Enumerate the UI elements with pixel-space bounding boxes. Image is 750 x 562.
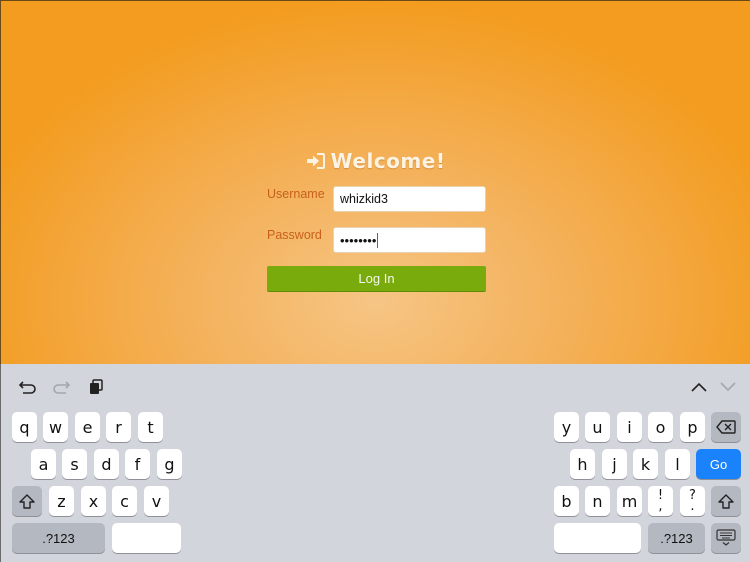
key-m[interactable]: m (617, 486, 642, 516)
key-a[interactable]: a (31, 449, 56, 479)
space-key-right[interactable] (554, 523, 641, 553)
key-f[interactable]: f (125, 449, 150, 479)
redo-button[interactable] (50, 376, 72, 398)
chevron-down-icon (720, 382, 736, 392)
backspace-key[interactable] (711, 412, 741, 442)
key-u[interactable]: u (585, 412, 610, 442)
key-j[interactable]: j (602, 449, 627, 479)
key-h[interactable]: h (570, 449, 595, 479)
password-value: •••••••• (340, 232, 377, 248)
paste-icon (90, 379, 103, 394)
shift-icon (718, 493, 734, 509)
key-e[interactable]: e (75, 412, 100, 442)
key-l[interactable]: l (665, 449, 690, 479)
welcome-heading: Welcome! (1, 149, 750, 173)
shift-key-left[interactable] (12, 486, 42, 516)
key-n[interactable]: n (585, 486, 610, 516)
login-screen: Welcome! Username whizkid3 Password ••••… (0, 0, 750, 364)
shift-key-right[interactable] (711, 486, 741, 516)
numbers-key-right[interactable]: .?123 (648, 523, 705, 553)
text-caret (377, 232, 379, 248)
login-button[interactable]: Log In (267, 266, 486, 292)
redo-icon (53, 381, 70, 394)
space-key-left[interactable] (112, 523, 181, 553)
key-y[interactable]: y (554, 412, 579, 442)
undo-button[interactable] (17, 376, 39, 398)
username-value: whizkid3 (340, 192, 388, 206)
shift-icon (19, 493, 35, 509)
key-i[interactable]: i (617, 412, 642, 442)
key-g[interactable]: g (157, 449, 182, 479)
password-input[interactable]: •••••••• (333, 227, 486, 253)
welcome-text: Welcome! (330, 149, 446, 173)
key-period-label: . (690, 499, 695, 514)
key-b[interactable]: b (554, 486, 579, 516)
key-c[interactable]: c (112, 486, 137, 516)
key-k[interactable]: k (633, 449, 658, 479)
keyboard-dismiss-icon (716, 529, 736, 546)
password-label: Password (267, 228, 322, 242)
key-question-period[interactable]: ?. (680, 486, 705, 516)
key-x[interactable]: x (81, 486, 106, 516)
next-field-button[interactable] (717, 376, 739, 398)
key-w[interactable]: w (43, 412, 68, 442)
chevron-up-icon (691, 382, 707, 392)
key-q[interactable]: q (12, 412, 37, 442)
onscreen-keyboard: q w e r t y u i o p a s d f g h j k l Go… (0, 364, 750, 562)
key-comma-label: , (658, 499, 663, 514)
numbers-key-left[interactable]: .?123 (12, 523, 105, 553)
key-r[interactable]: r (106, 412, 131, 442)
dismiss-keyboard-key[interactable] (711, 523, 741, 553)
username-input[interactable]: whizkid3 (333, 186, 486, 212)
sign-in-icon (306, 153, 325, 169)
previous-field-button[interactable] (688, 376, 710, 398)
paste-button[interactable] (85, 376, 107, 398)
key-exclamation-comma[interactable]: !, (648, 486, 673, 516)
go-key[interactable]: Go (696, 449, 741, 479)
key-d[interactable]: d (94, 449, 119, 479)
username-label: Username (267, 187, 325, 201)
key-t[interactable]: t (138, 412, 163, 442)
key-v[interactable]: v (144, 486, 169, 516)
key-s[interactable]: s (62, 449, 87, 479)
backspace-icon (716, 420, 736, 434)
undo-icon (19, 381, 36, 394)
key-o[interactable]: o (648, 412, 673, 442)
key-z[interactable]: z (49, 486, 74, 516)
key-p[interactable]: p (680, 412, 705, 442)
